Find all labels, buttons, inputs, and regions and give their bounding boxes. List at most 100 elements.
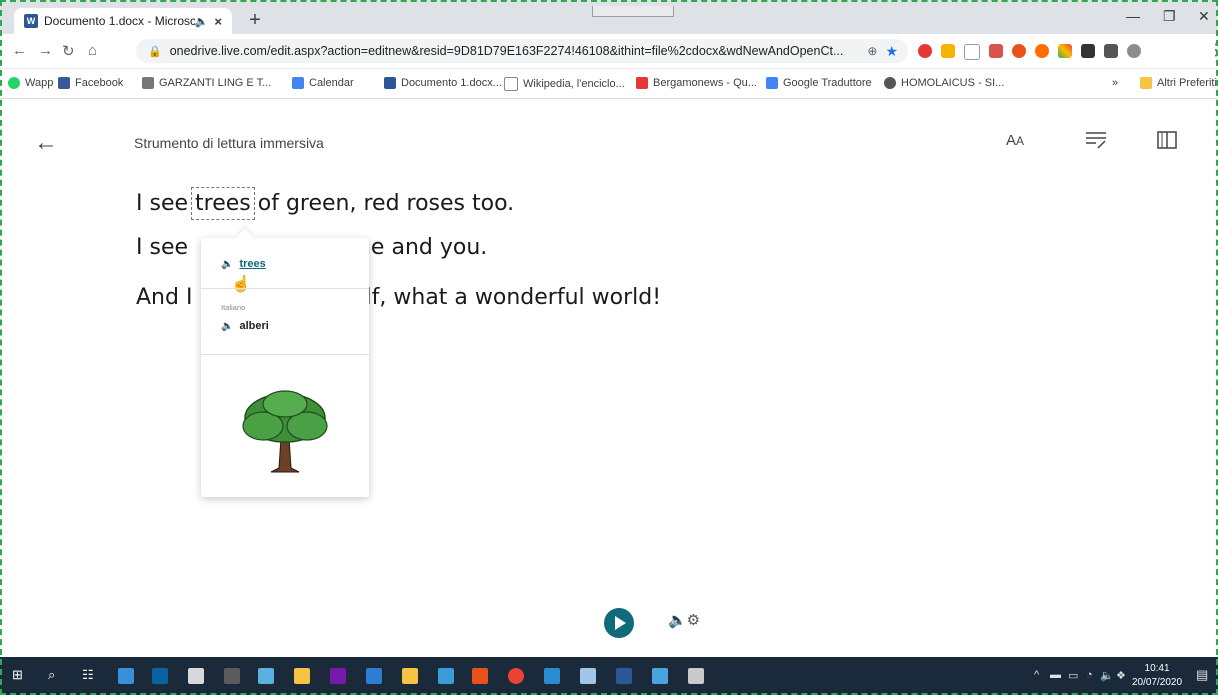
word-icon: [384, 77, 396, 89]
facebook-icon: [58, 77, 70, 89]
sticky-notes-icon[interactable]: [294, 668, 310, 684]
reload-icon[interactable]: ↻: [62, 42, 75, 60]
bookmark-folder[interactable]: Altri Preferiti: [1140, 77, 1217, 89]
volume-icon[interactable]: 🔈: [1100, 669, 1114, 682]
menu-icon[interactable]: ⋮: [1208, 40, 1218, 60]
office-icon[interactable]: [472, 668, 488, 684]
extension-icon[interactable]: [1012, 44, 1026, 58]
popup-word-row[interactable]: 🔈 trees: [221, 258, 266, 270]
garzanti-icon: [142, 77, 154, 89]
text-line: I see or me and you.: [136, 235, 488, 260]
back-icon[interactable]: ←: [12, 42, 27, 59]
extensions-area: [918, 44, 1141, 60]
restore-button[interactable]: ❐: [1163, 8, 1176, 25]
snipping-tool-icon[interactable]: [580, 668, 596, 684]
bookmark-item[interactable]: Wikipedia, l'enciclo...: [504, 77, 625, 91]
reader-title: Strumento di lettura immersiva: [134, 135, 324, 151]
notifications-icon[interactable]: ▤: [1196, 667, 1208, 683]
clock-time: 10:41: [1144, 663, 1170, 674]
search-icon[interactable]: ⌕: [48, 667, 55, 683]
extension-icon[interactable]: [941, 44, 955, 58]
grammar-options-icon[interactable]: [1084, 129, 1108, 156]
remote-desktop-icon[interactable]: [652, 668, 668, 684]
popup-word[interactable]: trees: [239, 258, 265, 270]
chrome-icon[interactable]: [508, 668, 524, 684]
extension-icon[interactable]: [1058, 44, 1072, 58]
speaker-icon[interactable]: 🔈: [221, 321, 233, 332]
home-icon[interactable]: ⌂: [88, 42, 97, 59]
bookmark-item[interactable]: Calendar: [292, 77, 354, 89]
app-icon[interactable]: [688, 668, 704, 684]
back-arrow-icon[interactable]: ←: [34, 129, 58, 157]
bookmark-item[interactable]: HOMOLAICUS - SI...: [884, 77, 1004, 89]
paint-icon[interactable]: [188, 668, 204, 684]
speaker-icon[interactable]: 🔈: [221, 259, 233, 270]
folder-icon: [1140, 77, 1152, 89]
tab-close-button[interactable]: ×: [214, 14, 222, 29]
translation-row[interactable]: 🔈 alberi: [221, 320, 269, 332]
word-icon[interactable]: [616, 668, 632, 684]
extension-icon[interactable]: [989, 44, 1003, 58]
extension-icon[interactable]: [1081, 44, 1095, 58]
bookmark-item[interactable]: Documento 1.docx...: [384, 77, 502, 89]
globe-icon: [884, 77, 896, 89]
task-view-icon[interactable]: ☷: [82, 667, 94, 683]
bookmarks-bar: Wapp Facebook GARZANTI LING E T... Calen…: [0, 70, 1218, 99]
screen-capture-handle: [592, 6, 674, 17]
profile-avatar[interactable]: [1127, 44, 1141, 58]
wikipedia-icon: [504, 77, 518, 91]
battery-icon[interactable]: ▭: [1068, 669, 1078, 682]
zoom-icon[interactable]: ⊕: [867, 44, 877, 58]
url-text: onedrive.live.com/edit.aspx?action=editn…: [169, 44, 844, 58]
extension-icon[interactable]: [918, 44, 932, 58]
forward-icon[interactable]: →: [38, 42, 53, 59]
minimize-button[interactable]: —: [1126, 8, 1140, 24]
close-window-button[interactable]: ✕: [1198, 8, 1210, 25]
bookmarks-overflow-button[interactable]: »: [1112, 77, 1118, 89]
divider: [201, 288, 369, 289]
divider: [201, 354, 369, 355]
app-icon[interactable]: [258, 668, 274, 684]
word-icon: W: [24, 14, 38, 28]
network-icon[interactable]: ▬: [1050, 669, 1061, 681]
app-icon[interactable]: [438, 668, 454, 684]
selected-word[interactable]: trees: [191, 187, 255, 220]
bookmark-item[interactable]: Wapp: [8, 77, 53, 89]
text-size-icon[interactable]: AA: [1006, 132, 1024, 149]
windows-start-icon[interactable]: ⊞: [12, 667, 23, 683]
bookmark-item[interactable]: Google Traduttore: [766, 77, 872, 89]
tray-chevron-icon[interactable]: ^: [1034, 669, 1039, 681]
outlook-icon[interactable]: [152, 668, 168, 684]
dropbox-icon[interactable]: ❖: [1116, 669, 1126, 682]
bookmark-item[interactable]: Facebook: [58, 77, 123, 89]
voice-settings-icon[interactable]: 🔈⚙: [668, 611, 700, 629]
bergamonews-icon: [636, 77, 648, 89]
puzzle-icon[interactable]: [1104, 44, 1118, 58]
pocket-icon[interactable]: [964, 44, 980, 60]
play-button[interactable]: [604, 608, 634, 638]
mail-icon[interactable]: [118, 668, 134, 684]
extension-icon[interactable]: [1035, 44, 1049, 58]
calculator-icon[interactable]: [224, 668, 240, 684]
tab-documento[interactable]: W Documento 1.docx - Microsc 🔈 ×: [14, 8, 232, 34]
language-label: Italiano: [221, 303, 246, 312]
reading-preferences-icon[interactable]: [1155, 129, 1179, 156]
bookmark-star-icon[interactable]: ★: [885, 43, 898, 60]
text-line: And I elf, what a wonderful world!: [136, 285, 662, 310]
grammar-options-glyph: [1086, 132, 1106, 149]
windows-taskbar: ⊞ ⌕ ☷ ^ ▬ ▭ ◔ 🔈 ❖ 10:41 20/07/2020 ▤: [0, 657, 1218, 695]
onenote-icon[interactable]: [330, 668, 346, 684]
clock-date: 20/07/2020: [1132, 677, 1183, 688]
system-clock[interactable]: 10:41 20/07/2020: [1132, 662, 1182, 690]
hand-cursor-icon: ☝: [231, 276, 251, 293]
app-icon[interactable]: [366, 668, 382, 684]
speaker-icon[interactable]: 🔈: [195, 15, 209, 28]
media-player-icon[interactable]: [544, 668, 560, 684]
file-explorer-icon[interactable]: [402, 668, 418, 684]
wifi-icon[interactable]: ◔: [1086, 669, 1093, 681]
address-bar[interactable]: 🔒 onedrive.live.com/edit.aspx?action=edi…: [136, 39, 908, 63]
tab-title: Documento 1.docx - Microsc: [44, 14, 195, 28]
new-tab-button[interactable]: +: [244, 10, 266, 32]
bookmark-item[interactable]: GARZANTI LING E T...: [142, 77, 271, 89]
bookmark-item[interactable]: Bergamonews - Qu...: [636, 77, 757, 89]
